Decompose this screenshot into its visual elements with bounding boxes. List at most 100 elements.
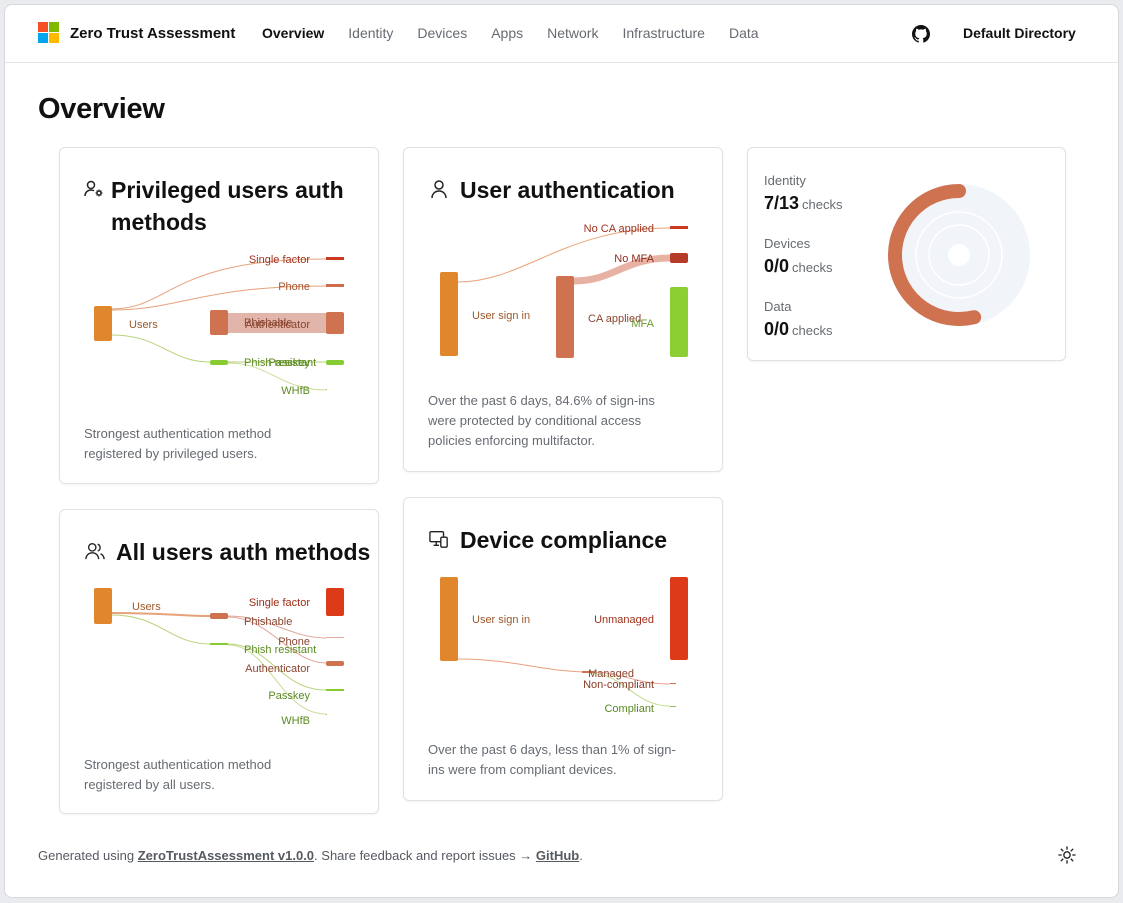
label-user-sign-in: User sign in (472, 310, 530, 322)
node-user-sign-in (440, 272, 458, 356)
node-mfa (670, 287, 688, 357)
all-users-desc-line1: Strongest authentication method (84, 757, 272, 772)
privileged-card-title-line1: Privileged users auth (111, 177, 344, 203)
node-user-sign-in (440, 577, 458, 661)
top-nav-bar: Zero Trust Assessment Overview Identity … (5, 5, 1118, 63)
identity-stat-value: 7/13 checks (764, 193, 843, 213)
data-stat-value: 0/0 checks (764, 319, 833, 339)
node-non-compliant (670, 683, 676, 684)
devices-stat-value: 0/0 checks (764, 256, 833, 276)
node-authenticator (326, 312, 344, 334)
privileged-card-desc-line2: registered by privileged users. (84, 446, 258, 461)
theme-toggle-sun-icon[interactable] (1058, 846, 1076, 864)
all-users-card-title: All users auth methods (116, 539, 371, 565)
node-no-mfa (670, 253, 688, 263)
footer: Generated using ZeroTrustAssessment v1.0… (38, 848, 583, 863)
label-compliant: Compliant (604, 703, 654, 715)
all-users-desc-line2: registered by all users. (84, 777, 215, 792)
label-single-factor: Single factor (249, 254, 310, 266)
device-desc-line2: ins were from compliant devices. (428, 762, 617, 777)
privileged-card-title-line2: methods (111, 209, 207, 235)
node-unmanaged (670, 577, 688, 660)
progress-ring-chart (888, 184, 1030, 326)
main-nav: Overview Identity Devices Apps Network I… (262, 25, 783, 41)
nav-network[interactable]: Network (547, 25, 598, 41)
node-no-ca-applied (670, 226, 688, 229)
node-phishable (210, 310, 228, 335)
device-sankey-chart: User sign in Unmanaged Managed Non-compl… (440, 577, 688, 715)
label-unmanaged: Unmanaged (594, 614, 654, 626)
privileged-card-desc-line1: Strongest authentication method (84, 426, 272, 441)
tenant-name[interactable]: Default Directory (963, 25, 1076, 41)
node-phish-resistant (210, 360, 228, 365)
data-stat-label: Data (764, 299, 792, 314)
nav-data[interactable]: Data (729, 25, 759, 41)
label-passkey: Passkey (268, 690, 310, 702)
flow-signin-managed (457, 658, 590, 673)
label-non-compliant: Non-compliant (583, 679, 654, 691)
nav-devices[interactable]: Devices (417, 25, 467, 41)
footer-prefix: Generated using (38, 848, 138, 863)
node-whfb (326, 714, 327, 715)
identity-stat-label: Identity (764, 173, 806, 188)
label-no-ca-applied: No CA applied (584, 223, 654, 235)
user-gear-icon (84, 180, 103, 197)
nav-identity[interactable]: Identity (348, 25, 393, 41)
app-window: Zero Trust Assessment Overview Identity … (4, 4, 1119, 898)
flow-users-phish-resistant (111, 334, 211, 363)
user-authentication-card[interactable]: User authentication No CA applied No MFA… (403, 147, 723, 472)
device-desc-line1: Over the past 6 days, less than 1% of si… (428, 742, 676, 757)
node-compliant (670, 706, 676, 707)
user-auth-desc-line3: policies enforcing multifactor. (428, 433, 595, 448)
label-whfb: WHfB (281, 715, 310, 727)
label-single-factor: Single factor (249, 597, 310, 609)
node-whfb (326, 389, 327, 390)
nav-infrastructure[interactable]: Infrastructure (622, 25, 704, 41)
all-users-sankey-chart: Users Single factor Phishable Phone Phis… (94, 583, 344, 727)
label-phone: Phone (278, 281, 310, 293)
footer-middle: . Share feedback and report issues → (314, 848, 536, 863)
node-phishable (210, 613, 228, 619)
node-ca-applied (556, 276, 574, 358)
node-phone (326, 284, 344, 287)
github-icon[interactable] (912, 25, 930, 43)
label-passkey: Passkey (268, 357, 310, 369)
user-auth-desc-line2: were protected by conditional access (428, 413, 642, 428)
node-authenticator (326, 661, 344, 666)
label-authenticator: Authenticator (245, 663, 310, 675)
nav-apps[interactable]: Apps (491, 25, 523, 41)
app-title[interactable]: Zero Trust Assessment (70, 25, 235, 42)
devices-stat-label: Devices (764, 236, 811, 251)
label-whfb: WHfB (281, 385, 310, 397)
node-passkey (326, 360, 344, 365)
flow-users-phish-resistant (111, 614, 211, 645)
all-users-auth-card[interactable]: All users auth methods Users Single fact… (59, 509, 379, 814)
node-users (94, 306, 112, 341)
footer-suffix: . (579, 848, 583, 863)
page-title: Overview (38, 93, 165, 125)
label-phishable: Phishable (244, 616, 292, 628)
ztassessment-link[interactable]: ZeroTrustAssessment v1.0.0 (138, 848, 314, 863)
device-card-title: Device compliance (460, 527, 668, 553)
node-single-factor (326, 257, 344, 260)
github-link[interactable]: GitHub (536, 848, 579, 863)
device-icon (429, 531, 448, 548)
device-compliance-card[interactable]: Device compliance User sign in Unmanaged… (403, 497, 723, 801)
user-icon (431, 180, 447, 199)
label-authenticator: Authenticator (245, 319, 310, 331)
user-auth-sankey-chart: No CA applied No MFA User sign in CA app… (440, 223, 688, 358)
label-user-sign-in: User sign in (472, 614, 530, 626)
user-auth-desc-line1: Over the past 6 days, 84.6% of sign-ins (428, 393, 655, 408)
ring-center-dot (948, 244, 970, 266)
summary-card[interactable]: Identity 7/13 checks Devices 0/0 checks Da… (747, 147, 1066, 361)
microsoft-logo-icon (38, 22, 60, 44)
node-passkey (326, 689, 344, 691)
user-auth-card-title: User authentication (460, 177, 675, 203)
privileged-sankey-chart: Users Single factor Phone Phishable Auth… (94, 254, 344, 397)
privileged-auth-card[interactable]: Privileged users auth methods Users Sing… (59, 147, 379, 484)
nav-overview[interactable]: Overview (262, 25, 324, 41)
node-single-factor (326, 588, 344, 616)
node-phone (326, 637, 344, 638)
label-users: Users (132, 601, 161, 613)
label-phish-resistant: Phish resistant (244, 644, 316, 656)
